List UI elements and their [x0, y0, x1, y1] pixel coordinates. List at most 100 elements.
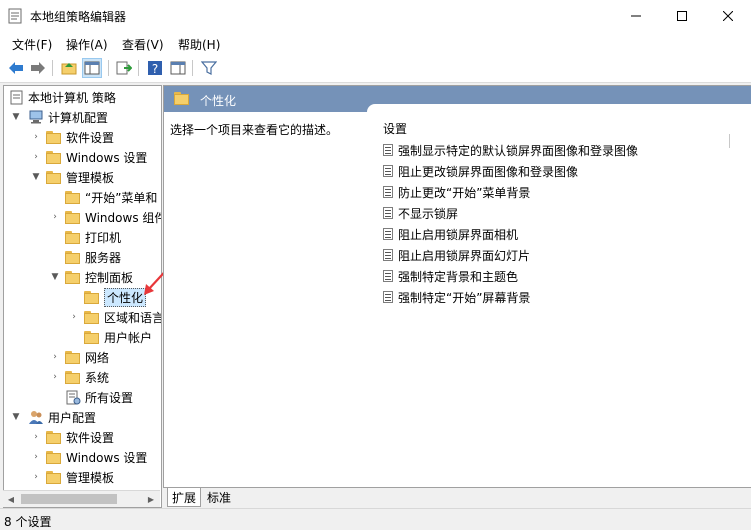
- policy-editor-app-icon: [8, 8, 22, 24]
- tree-item-label: Windows 设置: [66, 450, 148, 465]
- tree-item-user-software-settings[interactable]: 软件设置: [46, 427, 114, 447]
- tree-item-user-accounts[interactable]: 用户帐户: [84, 327, 152, 347]
- status-text: 8 个设置: [4, 515, 52, 529]
- expand-chevron-icon[interactable]: ›: [31, 452, 41, 462]
- tab-standard[interactable]: 标准: [203, 488, 236, 506]
- tree-item-label: 本地计算机 策略: [28, 90, 116, 105]
- action-pane-icon: [170, 61, 186, 75]
- forward-arrow-icon: [31, 62, 45, 74]
- setting-label: 强制显示特定的默认锁屏界面图像和登录图像: [398, 143, 639, 158]
- setting-row-no-lock-screen[interactable]: 不显示锁屏: [383, 203, 458, 223]
- tab-extended[interactable]: 扩展: [167, 488, 202, 507]
- tree-item-computer-config[interactable]: 计算机配置: [28, 107, 108, 127]
- tree-item-personalization[interactable]: 个性化: [84, 287, 147, 307]
- tree-item-admin-templates[interactable]: 管理模板: [46, 167, 114, 187]
- collapse-chevron-icon[interactable]: ▼: [11, 412, 21, 422]
- collapse-chevron-icon[interactable]: ▼: [31, 172, 41, 182]
- back-button[interactable]: [6, 58, 26, 78]
- help-button[interactable]: ?: [145, 58, 165, 78]
- setting-row-prevent-lock-screen-change[interactable]: 阻止更改锁屏界面图像和登录图像: [383, 161, 578, 181]
- filter-button[interactable]: [199, 58, 219, 78]
- tree-item-system[interactable]: 系统: [65, 367, 109, 387]
- expand-chevron-icon[interactable]: ›: [31, 432, 41, 442]
- scrollbar-thumb[interactable]: [21, 494, 117, 504]
- show-hide-tree-button[interactable]: [82, 58, 102, 78]
- setting-label: 不显示锁屏: [398, 206, 459, 221]
- expand-chevron-icon[interactable]: ›: [50, 212, 60, 222]
- maximize-button[interactable]: [659, 0, 705, 32]
- tree-item-control-panel[interactable]: 控制面板: [65, 267, 133, 287]
- setting-row-prevent-start-background[interactable]: 防止更改“开始”菜单背景: [383, 182, 530, 202]
- tree-horizontal-scrollbar[interactable]: ◀ ▶: [3, 490, 160, 507]
- forward-button[interactable]: [28, 58, 48, 78]
- tree-item-label: 系统: [85, 370, 110, 385]
- tree-item-user-windows-settings[interactable]: Windows 设置: [46, 447, 147, 467]
- menu-view[interactable]: 查看(V): [122, 36, 164, 53]
- setting-row-force-lock-screen-image[interactable]: 强制显示特定的默认锁屏界面图像和登录图像: [383, 140, 638, 160]
- setting-label: 阻止启用锁屏界面相机: [398, 227, 519, 242]
- setting-icon: [383, 207, 393, 219]
- tree-item-server[interactable]: 服务器: [65, 247, 121, 267]
- setting-icon: [383, 270, 393, 282]
- expand-chevron-icon[interactable]: ›: [31, 472, 41, 482]
- folder-icon: [46, 470, 62, 484]
- collapse-chevron-icon[interactable]: ▼: [50, 272, 60, 282]
- tree-item-label: 控制面板: [85, 270, 134, 285]
- policy-document-icon: [10, 90, 23, 104]
- expand-chevron-icon[interactable]: ›: [69, 312, 79, 322]
- setting-row-prevent-lock-camera[interactable]: 阻止启用锁屏界面相机: [383, 224, 518, 244]
- tree-item-user-admin-templates[interactable]: 管理模板: [46, 467, 114, 487]
- expand-chevron-icon[interactable]: ›: [31, 132, 41, 142]
- tree-item-printers[interactable]: 打印机: [65, 227, 121, 247]
- tree-item-windows-settings[interactable]: Windows 设置: [46, 147, 147, 167]
- action-pane-button[interactable]: [168, 58, 188, 78]
- up-folder-icon: [61, 63, 77, 75]
- tree-item-local-computer-policy[interactable]: 本地计算机 策略: [10, 87, 116, 107]
- close-button[interactable]: [705, 0, 751, 32]
- setting-icon: [383, 228, 393, 240]
- tree-item-region-language[interactable]: 区域和语言: [84, 307, 162, 327]
- show-hide-tree-icon: [84, 61, 100, 75]
- folder-icon: [84, 330, 100, 344]
- setting-icon: [383, 186, 393, 198]
- scroll-right-icon[interactable]: ▶: [145, 493, 157, 505]
- export-list-icon: [116, 61, 132, 75]
- folder-icon: [84, 290, 100, 304]
- details-pane[interactable]: 个性化 选择一个项目来查看它的描述。 设置 强制显示特定的默认锁屏界面图像和登录…: [163, 85, 751, 507]
- collapse-chevron-icon[interactable]: ▼: [11, 112, 21, 122]
- tree-pane[interactable]: 本地计算机 策略 ▼ 计算机配置 › 软件设置 › Windows 设置 ▼ 管…: [3, 85, 162, 508]
- expand-chevron-icon[interactable]: ›: [50, 372, 60, 382]
- tree-item-label: 管理模板: [66, 470, 115, 485]
- tree-item-label: 区域和语言: [104, 310, 162, 325]
- minimize-button[interactable]: [613, 0, 659, 32]
- settings-column-header[interactable]: 设置: [383, 120, 407, 137]
- tree-item-network[interactable]: 网络: [65, 347, 109, 367]
- menu-help[interactable]: 帮助(H): [178, 36, 220, 53]
- folder-icon: [46, 430, 62, 444]
- tree-item-all-settings[interactable]: 所有设置: [65, 387, 133, 407]
- setting-row-force-start-background[interactable]: 强制特定“开始”屏幕背景: [383, 287, 530, 307]
- folder-icon: [65, 210, 81, 224]
- description-text: 选择一个项目来查看它的描述。: [170, 123, 339, 137]
- folder-icon: [65, 190, 81, 204]
- tree-item-user-config[interactable]: 用户配置: [28, 407, 96, 427]
- setting-label: 阻止更改锁屏界面图像和登录图像: [398, 164, 579, 179]
- up-one-level-button[interactable]: [59, 58, 79, 78]
- setting-row-force-background-accent[interactable]: 强制特定背景和主题色: [383, 266, 518, 286]
- expand-chevron-icon[interactable]: ›: [31, 152, 41, 162]
- tree-item-start-menu[interactable]: “开始”菜单和: [65, 187, 157, 207]
- export-list-button[interactable]: [114, 58, 134, 78]
- tree-item-label: 软件设置: [66, 130, 115, 145]
- scroll-left-icon[interactable]: ◀: [5, 493, 17, 505]
- settings-list[interactable]: 设置 强制显示特定的默认锁屏界面图像和登录图像 阻止更改锁屏界面图像和登录图像 …: [367, 104, 751, 496]
- expand-chevron-icon[interactable]: ›: [50, 352, 60, 362]
- view-tabs: 扩展 标准: [163, 487, 751, 507]
- menu-file[interactable]: 文件(F): [12, 36, 52, 53]
- menu-action[interactable]: 操作(A): [66, 36, 108, 53]
- svg-text:?: ?: [152, 62, 158, 76]
- tree-item-windows-components[interactable]: Windows 组件: [65, 207, 161, 227]
- column-divider: [729, 134, 730, 148]
- back-arrow-icon: [9, 62, 23, 74]
- setting-row-prevent-lock-slideshow[interactable]: 阻止启用锁屏界面幻灯片: [383, 245, 530, 265]
- tree-item-software-settings[interactable]: 软件设置: [46, 127, 114, 147]
